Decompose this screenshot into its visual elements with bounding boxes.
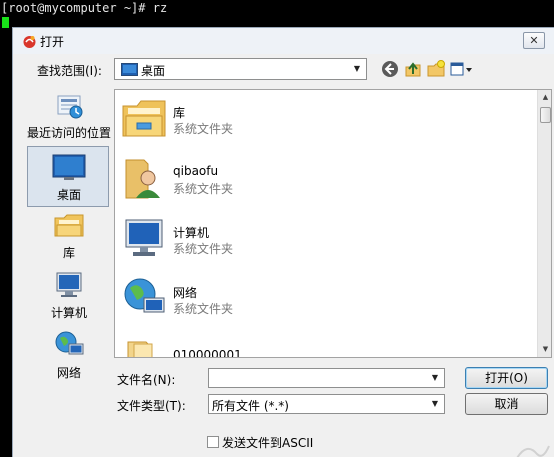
place-label: 库 [62,246,75,260]
file-list-scrollbar[interactable]: ▲ ▼ [537,90,551,357]
chevron-down-icon[interactable]: ▼ [426,369,444,387]
view-menu-icon[interactable] [449,59,473,79]
up-folder-icon[interactable] [403,59,423,79]
place-libraries[interactable]: 库 [25,208,113,268]
recent-places-icon [57,95,83,119]
new-folder-icon[interactable] [426,59,446,79]
lookin-value: 桌面 [141,64,166,78]
place-label: 网络 [56,366,81,380]
libraries-icon [122,100,166,137]
filetype-label: 文件类型(T): [117,399,186,413]
file-type: 系统文件夹 [173,122,234,136]
scroll-down-icon[interactable]: ▼ [538,342,551,357]
chevron-down-icon[interactable]: ▼ [348,59,366,79]
dialog-title: 打开 [40,35,65,49]
send-ascii-checkbox[interactable] [207,436,219,448]
chevron-down-icon[interactable]: ▼ [426,395,444,413]
place-network[interactable]: 网络 [25,328,113,388]
place-label: 最近访问的位置 [26,126,111,140]
scrollbar-thumb[interactable] [540,107,551,123]
file-name: qibaofu [173,164,219,178]
place-computer[interactable]: 计算机 [25,268,113,328]
file-type: 系统文件夹 [173,242,234,256]
libraries-icon [54,214,84,237]
open-file-dialog: 打开 ✕ 查找范围(I): 桌面 ▼ 最近访问的位置 桌面 库 计算机 网络 库… [12,27,554,457]
desktop-icon [121,63,138,76]
list-item[interactable]: 010000001 文件夹 [115,330,525,358]
place-recent[interactable]: 最近访问的位置 [25,88,113,148]
user-folder-icon [125,159,160,199]
filetype-select[interactable]: 所有文件 (*.*) ▼ [208,394,445,414]
computer-icon [56,272,82,297]
app-logo-icon [23,36,36,48]
filename-label: 文件名(N): [117,373,176,387]
terminal-cursor [2,17,9,28]
file-name: 网络 [173,286,198,300]
file-list: 库 系统文件夹 qibaofu 系统文件夹 计算机 系统文件夹 网络 系统文件夹… [114,89,552,358]
file-name: 库 [173,106,186,120]
desktop-icon [52,154,86,180]
cancel-button[interactable]: 取消 [465,393,548,415]
send-ascii-label: 发送文件到ASCII [222,436,314,450]
scroll-up-icon[interactable]: ▲ [538,90,551,105]
filetype-value: 所有文件 (*.*) [212,399,289,413]
dialog-titlebar[interactable]: 打开 ✕ [13,28,554,54]
close-button[interactable]: ✕ [523,32,545,49]
watermark-icon [516,445,550,457]
open-button[interactable]: 打开(O) [465,367,548,389]
computer-icon [125,219,163,256]
list-item[interactable]: qibaofu 系统文件夹 [115,150,525,210]
place-desktop[interactable]: 桌面 [25,146,113,208]
file-type: 系统文件夹 [173,182,234,196]
list-item[interactable]: 库 系统文件夹 [115,90,525,150]
file-type: 系统文件夹 [173,302,234,316]
place-label: 桌面 [56,188,81,202]
network-icon [55,331,84,355]
terminal-window: [root@mycomputer ~]# rz [0,0,554,30]
folder-icon [127,341,153,357]
list-item[interactable]: 计算机 系统文件夹 [115,210,525,270]
lookin-select[interactable]: 桌面 ▼ [114,58,367,80]
places-bar: 最近访问的位置 桌面 库 计算机 网络 [25,88,113,380]
file-name: 计算机 [173,226,210,240]
back-icon[interactable] [380,59,400,79]
list-item[interactable]: 网络 系统文件夹 [115,270,525,330]
place-label: 计算机 [50,306,87,320]
lookin-label: 查找范围(I): [37,64,102,78]
network-icon [124,278,165,313]
terminal-prompt-line: [root@mycomputer ~]# rz [1,1,168,15]
filename-field[interactable]: ▼ [208,368,445,388]
file-name: 010000001 [173,348,242,358]
